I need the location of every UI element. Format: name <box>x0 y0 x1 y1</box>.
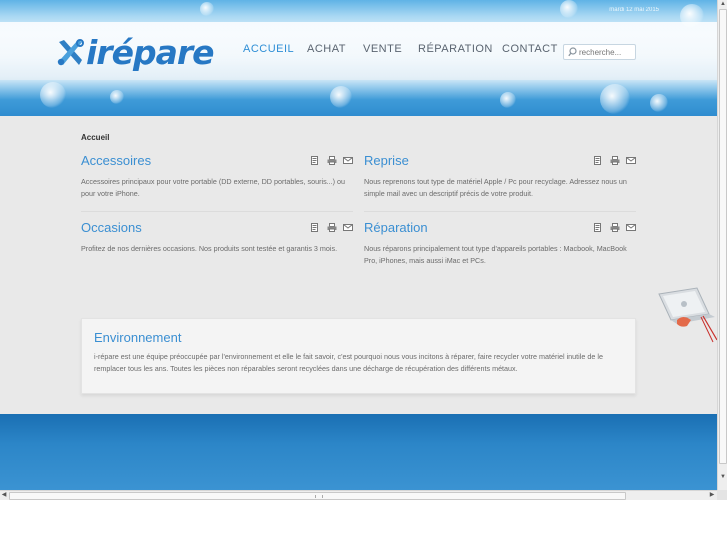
block-text: Nous réparons principalement tout type d… <box>364 244 627 265</box>
horizontal-scrollbar[interactable]: ◀ ▶ <box>0 490 717 500</box>
site-footer <box>0 414 717 490</box>
article-tools <box>308 223 353 233</box>
print-icon[interactable] <box>610 156 620 165</box>
bubble-decoration <box>200 2 214 16</box>
print-icon[interactable] <box>327 156 337 165</box>
article-tools <box>591 156 636 166</box>
browser-viewport: mardi 12 mai 2015 irépare ACCUEIL ACHAT … <box>0 0 717 490</box>
vertical-scroll-thumb[interactable] <box>719 9 727 464</box>
bubble-decoration <box>500 92 516 108</box>
email-icon[interactable] <box>626 223 636 232</box>
main-content: Accueil Accessoires Accessoires principa… <box>0 116 717 414</box>
email-icon[interactable] <box>626 156 636 165</box>
block-reprise: Reprise Nous reprenons tout type de maté… <box>364 153 636 199</box>
print-icon[interactable] <box>610 223 620 232</box>
laptop-illustration <box>658 287 717 343</box>
search-input[interactable] <box>579 46 635 58</box>
bubble-decoration <box>600 84 630 114</box>
tools-icon <box>57 39 84 66</box>
horizontal-scroll-thumb[interactable] <box>9 492 626 500</box>
environment-box: Environnement i-répare est une équipe pr… <box>81 318 636 394</box>
scroll-up-arrow-icon[interactable]: ▲ <box>719 0 727 8</box>
search-box <box>563 44 636 60</box>
scroll-right-arrow-icon[interactable]: ▶ <box>708 491 716 500</box>
bubble-decoration <box>650 94 668 112</box>
block-occasions: Occasions Profitez de nos dernières occa… <box>81 220 353 255</box>
divider <box>81 211 353 212</box>
email-icon[interactable] <box>343 223 353 232</box>
logo-text: irépare <box>86 33 215 72</box>
environment-title: Environnement <box>94 330 182 345</box>
site-logo[interactable]: irépare <box>56 34 232 72</box>
scroll-grip <box>315 495 323 498</box>
scrollbar-corner <box>717 490 727 500</box>
bubble-decoration <box>560 0 578 18</box>
block-text: Nous reprenons tout type de matériel App… <box>364 177 627 198</box>
breadcrumb: Accueil <box>81 133 110 142</box>
block-reparation: Réparation Nous réparons principalement … <box>364 220 636 266</box>
nav-item-achat[interactable]: ACHAT <box>307 43 346 55</box>
bubble-decoration <box>40 82 66 108</box>
pdf-icon[interactable] <box>310 223 320 232</box>
scroll-left-arrow-icon[interactable]: ◀ <box>0 491 8 500</box>
article-tools <box>308 156 353 166</box>
nav-item-contact[interactable]: CONTACT <box>502 43 558 55</box>
nav-item-accueil[interactable]: ACCUEIL <box>243 43 294 55</box>
header-date: mardi 12 mai 2015 <box>609 7 659 13</box>
block-text: Accessoires principaux pour votre portab… <box>81 177 346 198</box>
environment-text: i-répare est une équipe préoccupée par l… <box>94 352 603 373</box>
pdf-icon[interactable] <box>593 156 603 165</box>
bubble-decoration <box>330 86 352 108</box>
block-text: Profitez de nos dernières occasions. Nos… <box>81 244 338 253</box>
search-icon <box>568 47 577 57</box>
block-accessoires: Accessoires Accessoires principaux pour … <box>81 153 353 199</box>
nav-item-reparation[interactable]: RÉPARATION <box>418 43 493 55</box>
article-tools <box>591 223 636 233</box>
divider <box>364 211 636 212</box>
nav-item-vente[interactable]: VENTE <box>363 43 402 55</box>
vertical-scrollbar[interactable]: ▲ ▼ <box>717 0 727 490</box>
email-icon[interactable] <box>343 156 353 165</box>
pdf-icon[interactable] <box>310 156 320 165</box>
bubble-decoration <box>680 4 704 28</box>
print-icon[interactable] <box>327 223 337 232</box>
pdf-icon[interactable] <box>593 223 603 232</box>
scroll-down-arrow-icon[interactable]: ▼ <box>719 473 727 481</box>
bubble-decoration <box>110 90 124 104</box>
site-header: mardi 12 mai 2015 irépare ACCUEIL ACHAT … <box>0 0 717 116</box>
